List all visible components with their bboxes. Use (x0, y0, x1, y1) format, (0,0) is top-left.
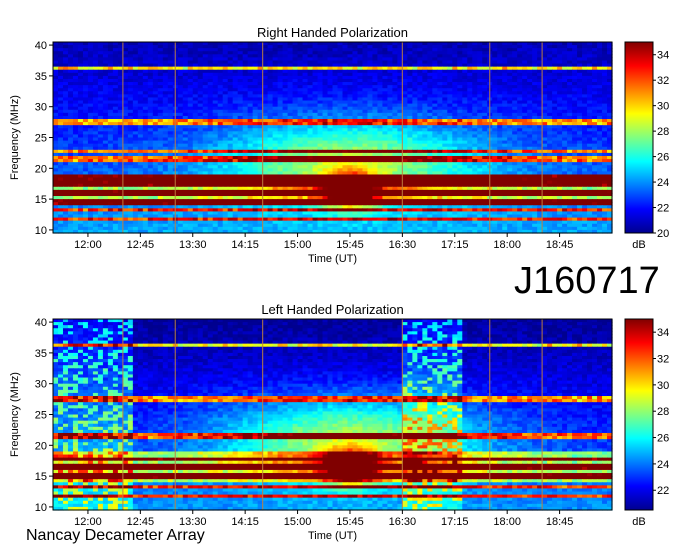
heatmap-cells (53, 42, 613, 234)
chart-title: Right Handed Polarization (257, 25, 408, 40)
right-polarization-panel: Right Handed Polarization10152025303540F… (9, 25, 669, 265)
